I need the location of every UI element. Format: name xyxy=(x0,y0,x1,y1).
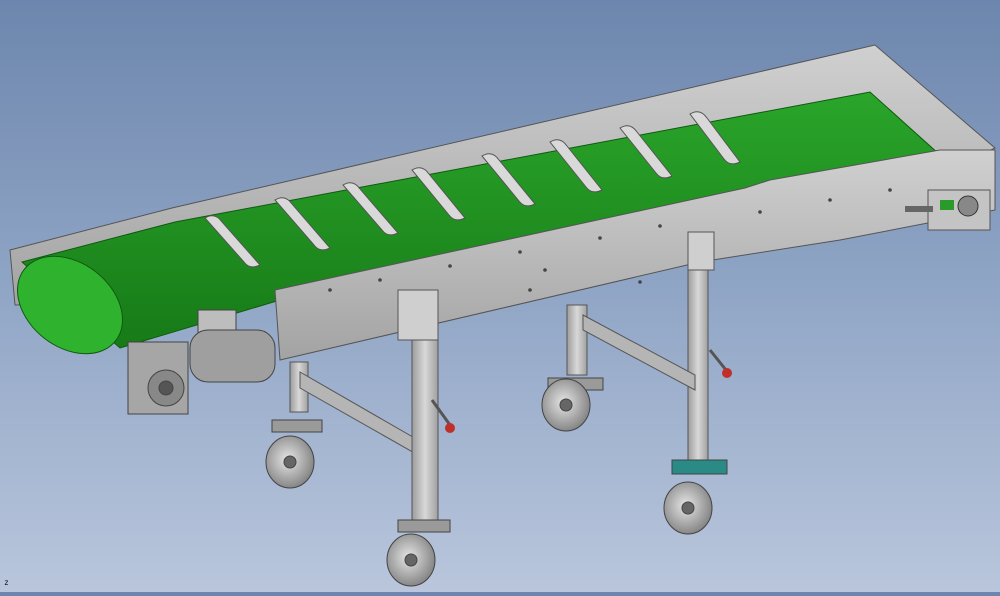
tension-screw-icon xyxy=(905,206,933,212)
handle-knob-icon[interactable] xyxy=(445,423,455,433)
cad-viewport[interactable]: z xyxy=(0,0,1000,592)
conveyor-model xyxy=(9,44,996,587)
casters xyxy=(265,377,728,587)
caster-wheel-icon xyxy=(541,377,604,432)
handle-knob-icon[interactable] xyxy=(722,368,732,378)
axis-indicator: z xyxy=(4,578,9,587)
caster-wheel-icon xyxy=(663,459,728,535)
caster-wheel-icon xyxy=(386,519,451,587)
caster-wheel-icon xyxy=(265,419,323,489)
